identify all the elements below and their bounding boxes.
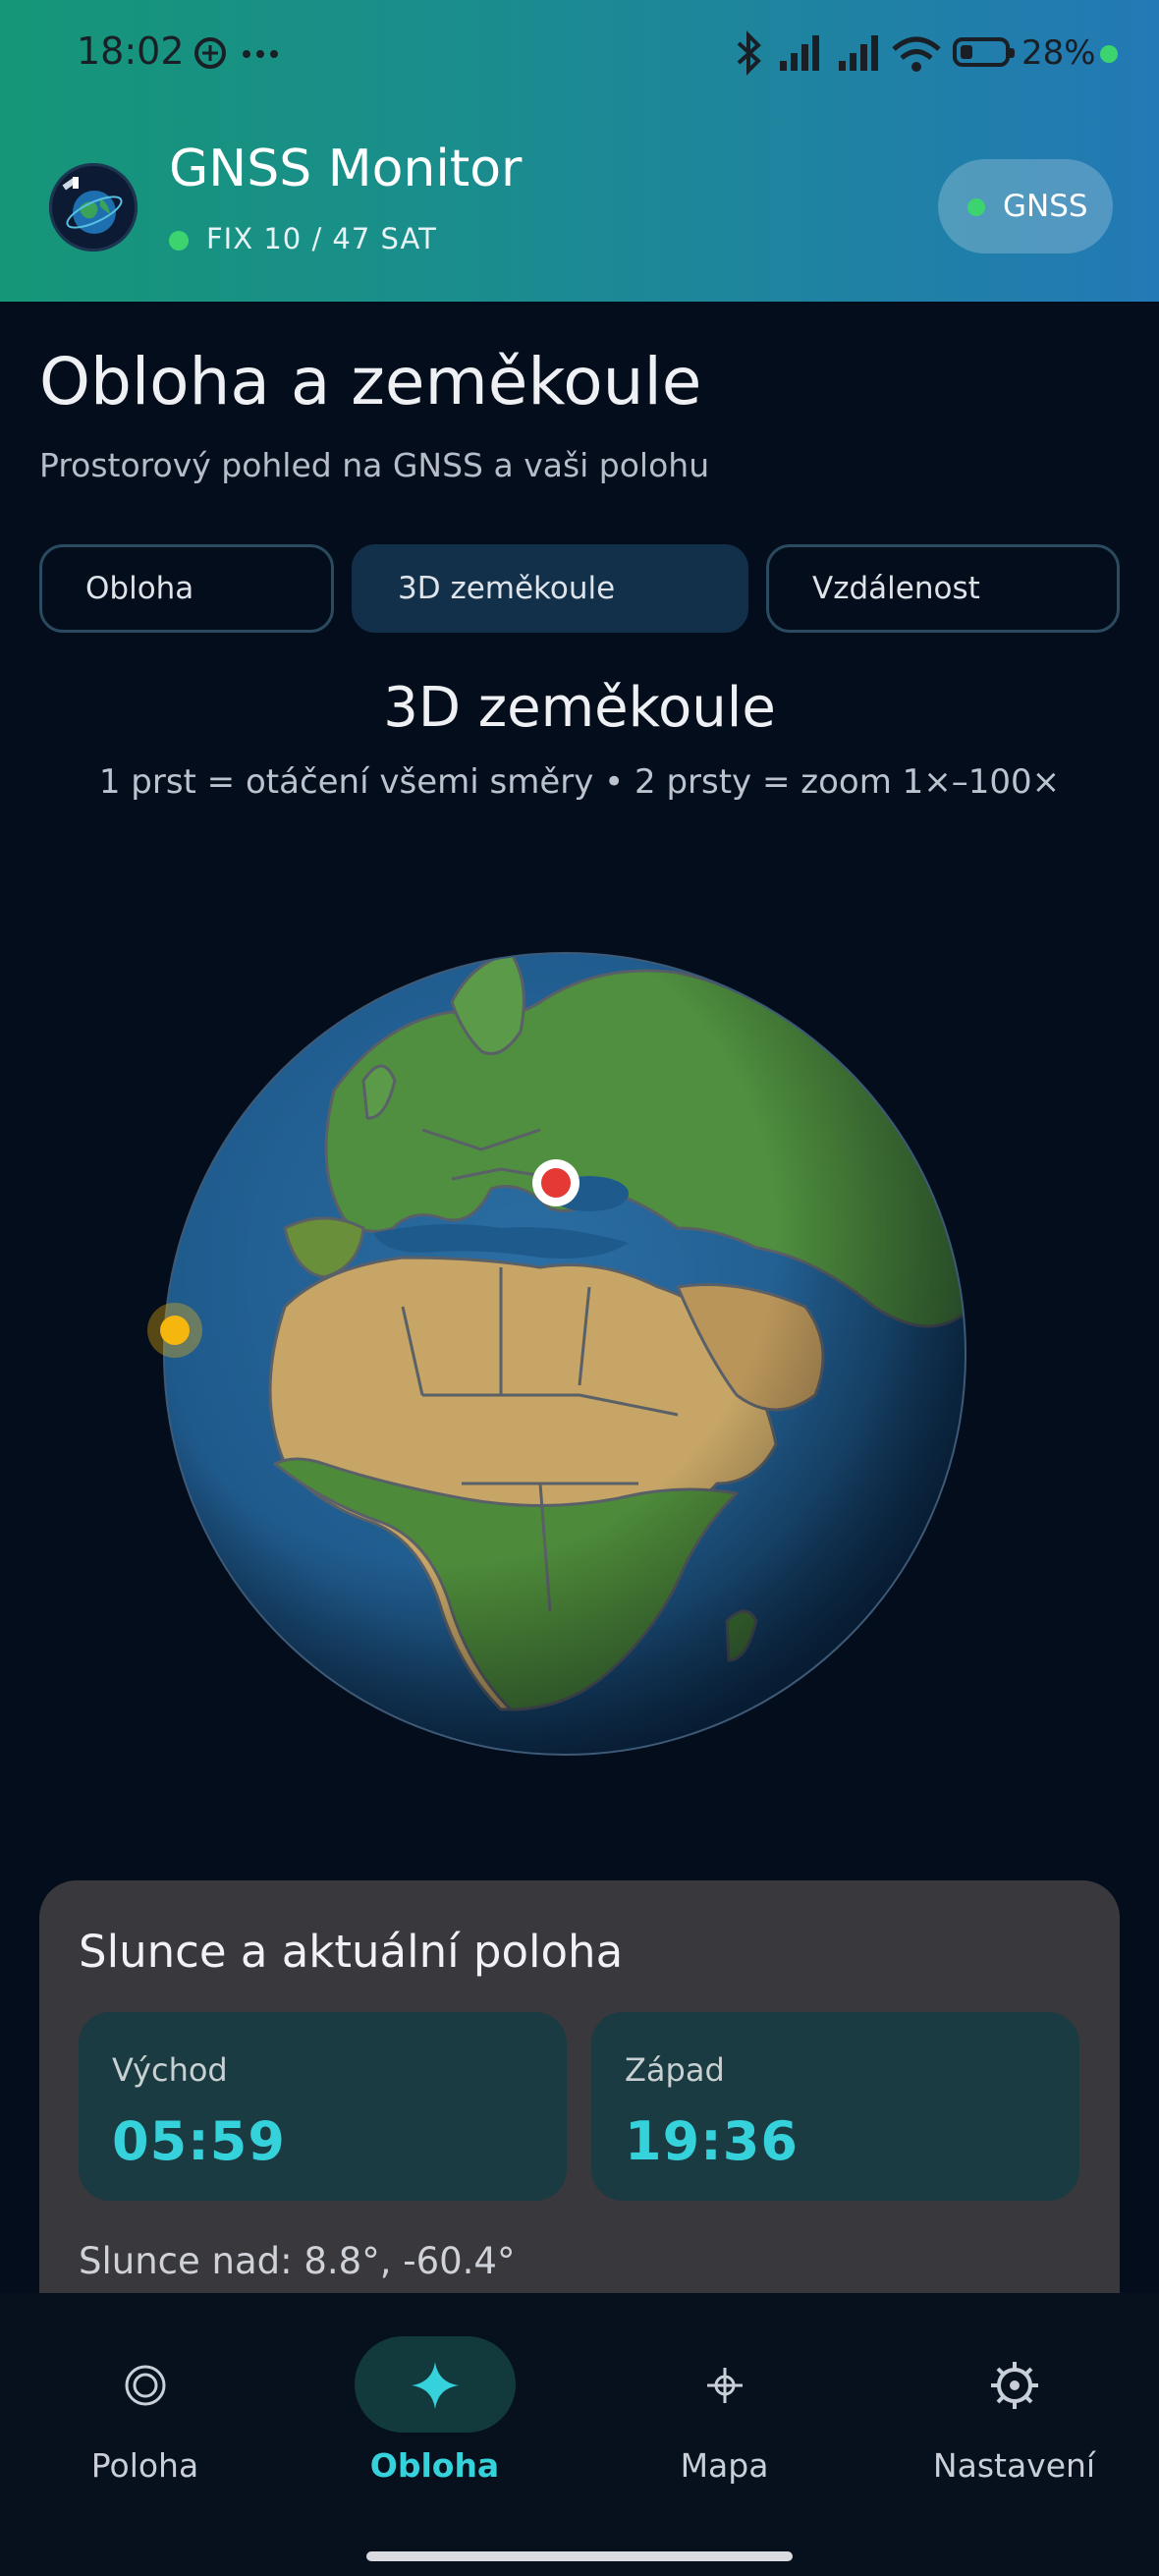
location-marker[interactable] xyxy=(532,1159,580,1206)
globe-satellite-icon xyxy=(62,177,123,234)
nav-nastaveni[interactable]: Nastavení xyxy=(869,2293,1159,2509)
crosshair-icon xyxy=(706,2368,743,2403)
status-time: 18:02 xyxy=(77,29,185,73)
sun-position-card: Slunce a aktuální poloha Východ 05:59 Zá… xyxy=(39,1880,1120,2293)
sunset-label: Západ xyxy=(625,2051,725,2089)
sun-marker[interactable] xyxy=(147,1303,202,1358)
nav-label: Nastavení xyxy=(932,2446,1096,2485)
sunset-tile: Západ 19:36 xyxy=(591,2012,1079,2201)
fix-status-dot xyxy=(169,231,189,251)
nav-label: Mapa xyxy=(680,2446,769,2485)
tab-label: Vzdálenost xyxy=(812,571,980,606)
bluetooth-icon xyxy=(737,30,761,76)
nav-label: Poloha xyxy=(90,2446,199,2485)
signal-1-icon xyxy=(780,35,819,71)
page-subtitle: Prostorový pohled na GNSS a vaši polohu xyxy=(39,446,710,484)
globe-title: 3D zeměkoule xyxy=(383,676,776,740)
signal-2-icon xyxy=(839,35,878,71)
sunrise-value: 05:59 xyxy=(112,2110,286,2172)
tab-label: 3D zeměkoule xyxy=(398,571,616,606)
globe-viewport[interactable] xyxy=(128,933,1012,1768)
target-icon xyxy=(125,2365,165,2406)
sunrise-tile: Východ 05:59 xyxy=(79,2012,567,2201)
globe-hint: 1 prst = otáčení všemi směry • 2 prsty =… xyxy=(98,762,1061,802)
tab-obloha[interactable]: Obloha xyxy=(39,544,334,633)
app-header: 18:02 28% GNSS Monitor FIX 10 / 47 SAT G… xyxy=(0,0,1159,302)
tab-3d-globe[interactable]: 3D zeměkoule xyxy=(352,544,748,633)
gnss-button-label: GNSS xyxy=(1003,189,1088,224)
sunrise-label: Východ xyxy=(112,2051,228,2089)
gear-icon xyxy=(990,2362,1038,2409)
more-icon xyxy=(243,50,278,58)
gnss-status-dot xyxy=(967,198,985,216)
tab-vzdalenost[interactable]: Vzdálenost xyxy=(766,544,1120,633)
wifi-icon xyxy=(892,36,941,72)
page-title: Obloha a zeměkoule xyxy=(39,344,702,420)
battery-percent: 28% xyxy=(1021,33,1096,73)
nav-poloha[interactable]: Poloha xyxy=(0,2293,290,2509)
home-indicator[interactable] xyxy=(366,2551,793,2561)
sun-card-title: Slunce a aktuální poloha xyxy=(79,1926,624,1978)
app-logo xyxy=(49,163,138,252)
earth-globe[interactable] xyxy=(128,933,1012,1768)
gnss-status-button[interactable]: GNSS xyxy=(938,159,1113,253)
fix-status-text: FIX 10 / 47 SAT xyxy=(206,222,437,255)
battery-icon xyxy=(953,37,1015,67)
sun-position-text: Slunce nad: 8.8°, -60.4° xyxy=(79,2240,516,2282)
sunset-value: 19:36 xyxy=(625,2110,799,2172)
tab-label: Obloha xyxy=(85,571,194,606)
status-bar: 18:02 28% xyxy=(0,0,1159,108)
nav-obloha[interactable]: Obloha xyxy=(290,2293,580,2509)
privacy-indicator-dot xyxy=(1100,45,1118,63)
nav-label: Obloha xyxy=(369,2446,500,2485)
sparkle-icon xyxy=(411,2362,459,2409)
bottom-navigation: Poloha Obloha Mapa Nastavení xyxy=(0,2293,1159,2576)
chat-app-icon xyxy=(194,37,226,69)
app-title: GNSS Monitor xyxy=(169,140,523,198)
nav-mapa[interactable]: Mapa xyxy=(580,2293,869,2509)
